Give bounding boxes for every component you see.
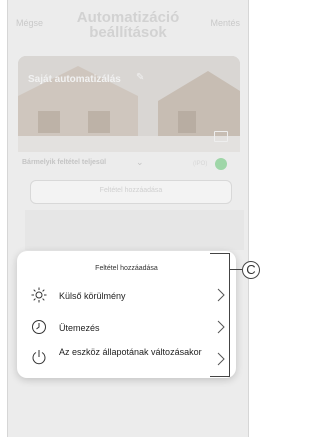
pencil-icon[interactable]: ✎: [136, 72, 144, 83]
header: Mégse Automatizáció beállítások Mentés: [8, 0, 248, 48]
sheet-backdrop: [25, 210, 244, 250]
plus-circle-icon[interactable]: [215, 158, 227, 170]
option-device-state-change[interactable]: Az eszköz állapotának változásakor: [17, 343, 236, 375]
condition-mode-row: Bármelyik feltétel teljesül ⌄ (IPO): [18, 157, 240, 173]
cancel-button[interactable]: Mégse: [16, 18, 43, 28]
condition-mode-label[interactable]: Bármelyik feltétel teljesül: [22, 159, 106, 166]
chevron-down-icon[interactable]: ⌄: [136, 157, 144, 168]
power-icon: [32, 350, 46, 365]
callout-bracket: [210, 253, 230, 377]
save-button[interactable]: Mentés: [210, 18, 240, 28]
automation-name: Saját automatizálás: [28, 74, 121, 85]
sun-icon: [31, 287, 47, 303]
banner-image: [18, 56, 240, 152]
clock-icon: [32, 320, 46, 334]
option-label: Az eszköz állapotának változásakor: [59, 347, 202, 357]
image-icon[interactable]: [214, 131, 228, 142]
option-label: Ütemezés: [59, 323, 100, 333]
option-schedule[interactable]: Ütemezés: [17, 315, 236, 343]
callout-marker: C: [242, 261, 260, 279]
option-external-conditions[interactable]: Külső körülmény: [17, 283, 236, 311]
add-condition-sheet: Feltétel hozzáadása Külső körülmény Ütem…: [17, 251, 236, 378]
page-title: Automatizáció beállítások: [76, 9, 180, 41]
option-label: Külső körülmény: [59, 291, 126, 301]
automation-banner: Saját automatizálás ✎: [18, 56, 240, 152]
info-text: (IPO): [193, 161, 208, 167]
add-condition-label: Feltétel hozzáadása: [99, 187, 163, 194]
sheet-title: Feltétel hozzáadása: [95, 265, 158, 272]
callout-line: [229, 269, 242, 270]
add-condition-button[interactable]: Feltétel hozzáadása: [30, 180, 232, 204]
